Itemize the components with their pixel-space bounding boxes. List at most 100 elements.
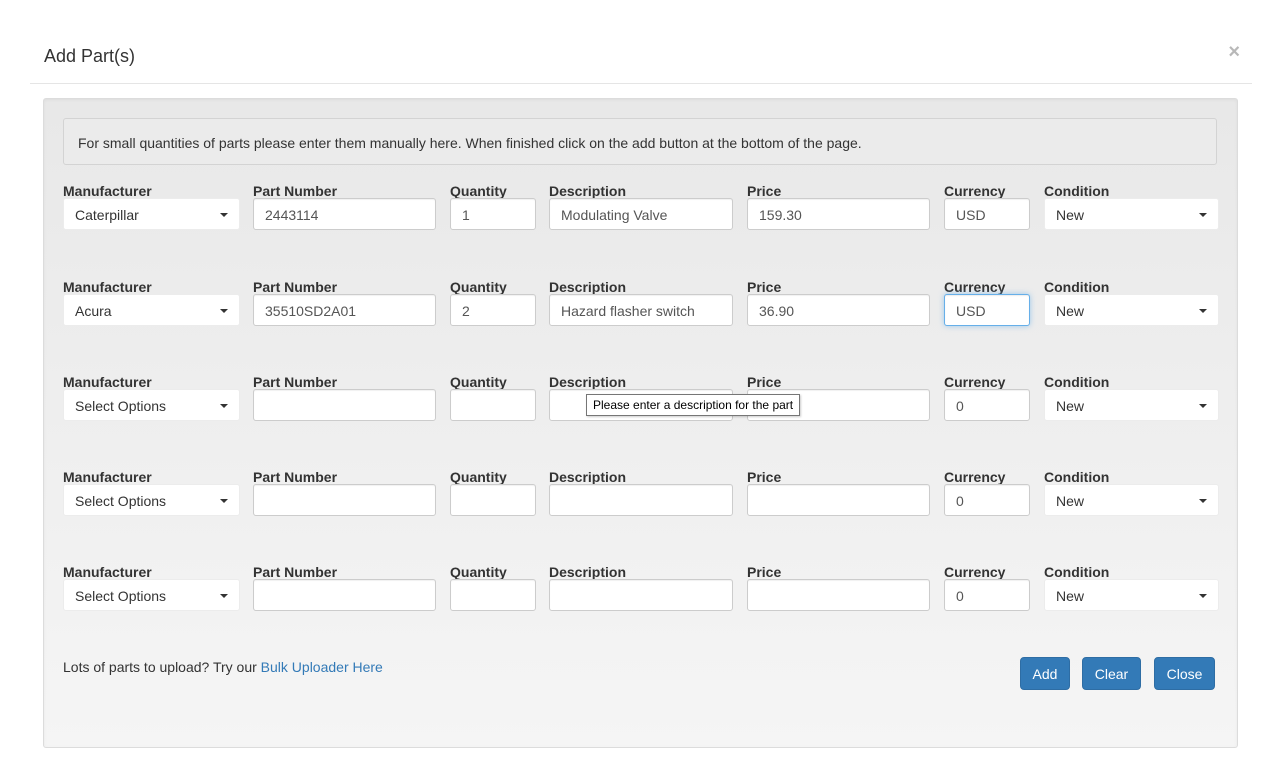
currency-label: Currency <box>944 279 1006 295</box>
condition-label: Condition <box>1044 564 1110 580</box>
description-input[interactable]: Modulating Valve <box>549 198 733 230</box>
manufacturer-value: Acura <box>75 303 112 319</box>
manufacturer-label: Manufacturer <box>63 279 152 295</box>
quantity-label: Quantity <box>450 183 507 199</box>
price-label: Price <box>747 469 782 485</box>
currency-label: Currency <box>944 469 1006 485</box>
modal-title: Add Part(s) <box>44 46 136 66</box>
modal-header: Add Part(s) × <box>30 30 1252 84</box>
price-input[interactable] <box>747 484 930 516</box>
condition-select[interactable]: New <box>1044 198 1219 230</box>
manufacturer-label: Manufacturer <box>63 564 152 580</box>
condition-value: New <box>1056 588 1085 604</box>
condition-value: New <box>1056 303 1085 319</box>
manufacturer-value: Select Options <box>75 398 167 414</box>
condition-label: Condition <box>1044 469 1110 485</box>
manufacturer-select[interactable]: Select Options <box>63 579 240 611</box>
price-label: Price <box>747 374 782 390</box>
close-icon[interactable]: × <box>1228 42 1240 62</box>
parts-form-panel: For small quantities of parts please ent… <box>43 98 1238 748</box>
price-input[interactable]: 36.90 <box>747 294 930 326</box>
part-number-input[interactable]: 35510SD2A01 <box>253 294 436 326</box>
part-number-input[interactable] <box>253 389 436 421</box>
quantity-input[interactable]: 2 <box>450 294 536 326</box>
condition-select[interactable]: New <box>1044 294 1219 326</box>
part-number-label: Part Number <box>253 469 338 485</box>
currency-input[interactable]: 0 <box>944 484 1030 516</box>
condition-label: Condition <box>1044 183 1110 199</box>
info-message: For small quantities of parts please ent… <box>63 118 1217 165</box>
part-row: Manufacturer Part Number Quantity Descripti… <box>63 564 1223 624</box>
part-number-input[interactable] <box>253 579 436 611</box>
close-button[interactable]: Close <box>1154 657 1215 690</box>
price-label: Price <box>747 183 782 199</box>
description-tooltip: Please enter a description for the part <box>586 394 801 416</box>
caret-down-icon <box>220 404 228 408</box>
part-number-input[interactable]: 2443114 <box>253 198 436 230</box>
condition-label: Condition <box>1044 279 1110 295</box>
description-input[interactable] <box>549 484 733 516</box>
currency-input[interactable]: 0 <box>944 389 1030 421</box>
add-button[interactable]: Add <box>1020 657 1070 690</box>
description-input[interactable] <box>549 579 733 611</box>
quantity-label: Quantity <box>450 564 507 580</box>
caret-down-icon <box>220 499 228 503</box>
bulk-upload-text: Lots of parts to upload? Try our <box>63 659 261 675</box>
price-label: Price <box>747 564 782 580</box>
caret-down-icon <box>1199 309 1207 313</box>
manufacturer-select[interactable]: Select Options <box>63 389 240 421</box>
condition-value: New <box>1056 398 1085 414</box>
condition-value: New <box>1056 493 1085 509</box>
caret-down-icon <box>1199 499 1207 503</box>
description-input[interactable]: Hazard flasher switch <box>549 294 733 326</box>
quantity-label: Quantity <box>450 279 507 295</box>
clear-button[interactable]: Clear <box>1082 657 1141 690</box>
description-label: Description <box>549 183 627 199</box>
price-label: Price <box>747 279 782 295</box>
condition-label: Condition <box>1044 374 1110 390</box>
quantity-input[interactable]: 1 <box>450 198 536 230</box>
part-row: Manufacturer Part Number Quantity Descripti… <box>63 183 1223 243</box>
part-number-label: Part Number <box>253 374 338 390</box>
part-number-label: Part Number <box>253 564 338 580</box>
condition-select[interactable]: New <box>1044 484 1219 516</box>
price-input[interactable] <box>747 579 930 611</box>
caret-down-icon <box>1199 594 1207 598</box>
quantity-label: Quantity <box>450 469 507 485</box>
condition-select[interactable]: New <box>1044 579 1219 611</box>
quantity-input[interactable] <box>450 579 536 611</box>
caret-down-icon <box>1199 213 1207 217</box>
part-number-label: Part Number <box>253 279 338 295</box>
part-row: Manufacturer Part Number Quantity Descripti… <box>63 279 1223 339</box>
currency-input[interactable]: USD <box>944 294 1030 326</box>
manufacturer-select[interactable]: Caterpillar <box>63 198 240 230</box>
manufacturer-value: Select Options <box>75 588 167 604</box>
currency-label: Currency <box>944 564 1006 580</box>
caret-down-icon <box>1199 404 1207 408</box>
part-number-input[interactable] <box>253 484 436 516</box>
manufacturer-value: Select Options <box>75 493 167 509</box>
currency-input[interactable]: 0 <box>944 579 1030 611</box>
manufacturer-label: Manufacturer <box>63 469 152 485</box>
description-label: Description <box>549 564 627 580</box>
caret-down-icon <box>220 213 228 217</box>
manufacturer-select[interactable]: Acura <box>63 294 240 326</box>
condition-value: New <box>1056 207 1085 223</box>
currency-label: Currency <box>944 183 1006 199</box>
description-label: Description <box>549 279 627 295</box>
bulk-upload-prompt: Lots of parts to upload? Try our Bulk Up… <box>63 659 383 675</box>
currency-input[interactable]: USD <box>944 198 1030 230</box>
manufacturer-select[interactable]: Select Options <box>63 484 240 516</box>
description-label: Description <box>549 374 627 390</box>
manufacturer-label: Manufacturer <box>63 183 152 199</box>
caret-down-icon <box>220 594 228 598</box>
manufacturer-label: Manufacturer <box>63 374 152 390</box>
condition-select[interactable]: New <box>1044 389 1219 421</box>
price-input[interactable]: 159.30 <box>747 198 930 230</box>
part-row: Manufacturer Part Number Quantity Descripti… <box>63 469 1223 529</box>
quantity-label: Quantity <box>450 374 507 390</box>
description-label: Description <box>549 469 627 485</box>
quantity-input[interactable] <box>450 484 536 516</box>
quantity-input[interactable] <box>450 389 536 421</box>
bulk-uploader-link[interactable]: Bulk Uploader Here <box>261 659 383 675</box>
